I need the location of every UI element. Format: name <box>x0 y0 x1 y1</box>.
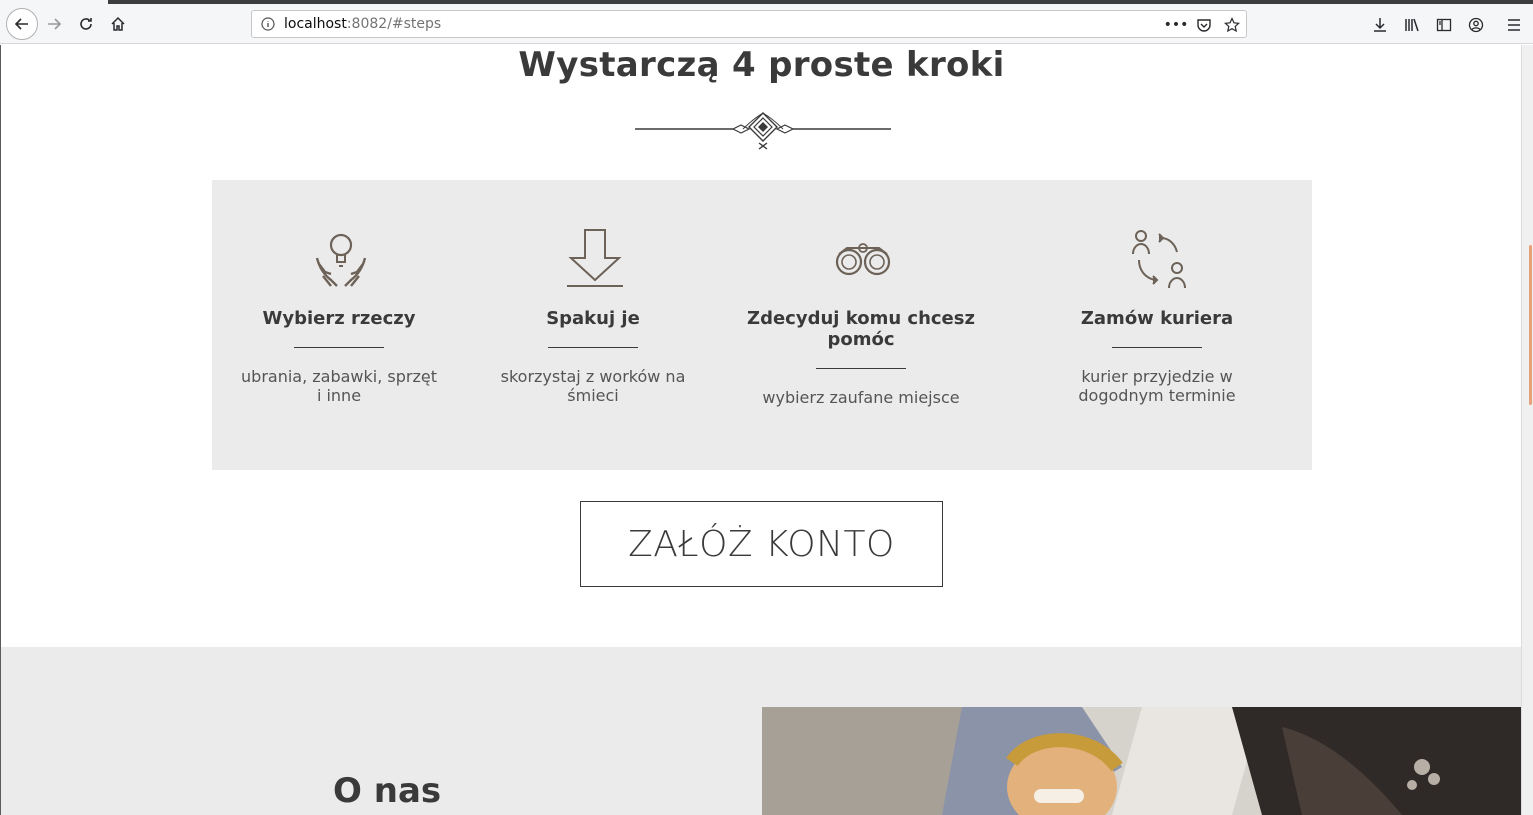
reload-button[interactable] <box>72 10 100 38</box>
scrollbar-thumb[interactable] <box>1529 245 1532 405</box>
step-2: Spakuj je skorzystaj z worków na śmieci <box>468 180 718 470</box>
account-icon <box>1468 17 1484 33</box>
info-icon[interactable] <box>261 17 275 31</box>
steps-panel: Wybierz rzeczy ubrania, zabawki, sprzęt … <box>212 180 1312 470</box>
about-title: O nas <box>333 771 442 811</box>
reload-icon <box>80 18 92 30</box>
about-section: O nas <box>1 647 1521 815</box>
step-description: kurier przyjedzie w dogodnym terminie <box>1078 367 1236 405</box>
home-button[interactable] <box>104 10 132 38</box>
library-button[interactable] <box>1401 14 1423 36</box>
hamburger-icon <box>1508 19 1520 31</box>
page-viewport: Wystarczą 4 proste kroki Wybierz rzeczy … <box>0 45 1521 815</box>
step-divider <box>816 368 906 369</box>
step-title: Zamów kuriera <box>1080 308 1234 329</box>
pocket-button[interactable] <box>1194 15 1214 35</box>
account-button[interactable] <box>1465 14 1487 36</box>
ornament-divider-icon <box>635 112 891 150</box>
step-divider <box>1112 347 1202 348</box>
step-3: Zdecyduj komu chcesz pomóc wybierz zaufa… <box>736 180 986 470</box>
step-description: ubrania, zabawki, sprzęt i inne <box>241 367 437 405</box>
library-icon <box>1405 18 1419 32</box>
step-1: Wybierz rzeczy ubrania, zabawki, sprzęt … <box>214 180 464 470</box>
more-dots-icon: ••• <box>1163 17 1189 33</box>
step-4: Zamów kuriera kurier przyjedzie w dogodn… <box>1032 180 1282 470</box>
download-icon <box>1374 18 1386 32</box>
sidebar-button[interactable] <box>1433 14 1455 36</box>
forward-button[interactable] <box>40 10 68 38</box>
arrow-right-icon <box>48 18 62 30</box>
about-photo <box>762 707 1521 815</box>
pocket-icon <box>1197 19 1211 32</box>
step-description: skorzystaj z worków na śmieci <box>500 367 686 405</box>
hands-lightbulb-icon <box>315 233 367 287</box>
sidebar-icon <box>1436 18 1452 32</box>
browser-toolbar: localhost:8082/#steps ••• <box>0 4 1533 44</box>
back-button[interactable] <box>6 8 38 40</box>
step-title: Spakuj je <box>546 308 640 329</box>
url-text[interactable]: localhost:8082/#steps <box>284 16 441 32</box>
arrow-left-icon <box>14 18 28 30</box>
bookmark-button[interactable] <box>1222 15 1242 35</box>
home-icon <box>111 16 125 31</box>
menu-button[interactable] <box>1503 14 1525 36</box>
step-title: Wybierz rzeczy <box>262 308 416 329</box>
address-bar[interactable]: localhost:8082/#steps ••• <box>251 10 1247 38</box>
page-actions-button[interactable]: ••• <box>1163 15 1189 35</box>
create-account-button[interactable]: ZAŁÓŻ KONTO <box>580 501 943 587</box>
step-divider <box>294 347 384 348</box>
binoculars-icon <box>835 243 891 276</box>
steps-title: Wystarczą 4 proste kroki <box>518 45 1005 85</box>
star-icon <box>1224 17 1240 33</box>
step-title: Zdecyduj komu chcesz pomóc <box>747 308 975 350</box>
downloads-button[interactable] <box>1369 14 1391 36</box>
step-description: wybierz zaufane miejsce <box>762 388 960 407</box>
download-arrow-icon <box>567 229 623 287</box>
people-exchange-icon <box>1132 230 1186 289</box>
page-scrollbar[interactable] <box>1521 45 1533 815</box>
step-divider <box>548 347 638 348</box>
